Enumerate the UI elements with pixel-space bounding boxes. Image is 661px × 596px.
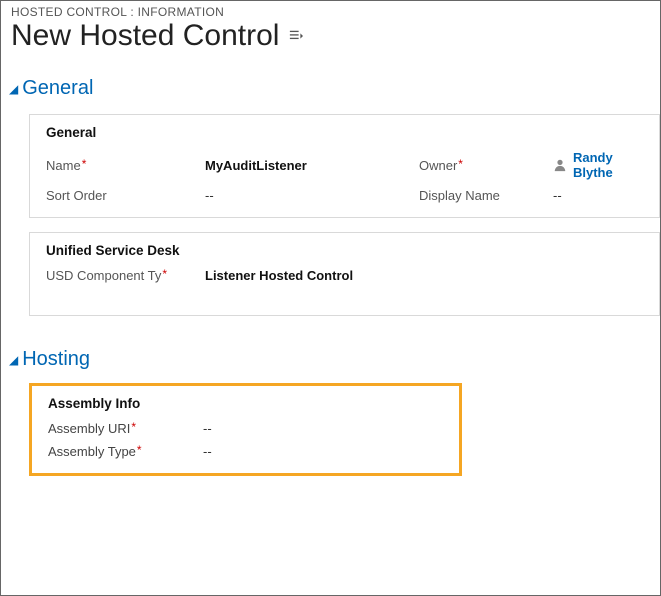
label-display-name: Display Name [419, 188, 549, 203]
required-star-icon: * [458, 157, 463, 171]
label-usd-type: USD Component Ty* [46, 268, 201, 283]
form-grid-usd: USD Component Ty* Listener Hosted Contro… [46, 268, 643, 283]
label-sort-order: Sort Order [46, 188, 201, 203]
caret-down-icon: ◢ [9, 353, 18, 367]
label-assembly-uri: Assembly URI* [48, 421, 203, 436]
owner-link[interactable]: Randy Blythe [573, 150, 643, 180]
value-display-name[interactable]: -- [553, 188, 643, 203]
section-header-general[interactable]: ◢ General [1, 59, 660, 106]
title-row: New Hosted Control [1, 19, 660, 59]
form-grid-general: Name* MyAuditListener Owner* Randy Blyth… [46, 150, 643, 203]
value-assembly-type[interactable]: -- [203, 444, 443, 459]
label-assembly-type: Assembly Type* [48, 444, 203, 459]
panel-general: General Name* MyAuditListener Owner* Ran… [29, 114, 660, 218]
breadcrumb: HOSTED CONTROL : INFORMATION [1, 1, 660, 19]
required-star-icon: * [82, 157, 87, 171]
label-name: Name* [46, 158, 201, 173]
value-sort-order[interactable]: -- [205, 188, 415, 203]
panel-title-usd: Unified Service Desk [46, 243, 643, 258]
section-label-general: General [22, 77, 93, 100]
form-grid-assembly: Assembly URI* -- Assembly Type* -- [48, 421, 443, 459]
value-assembly-uri[interactable]: -- [203, 421, 443, 436]
value-usd-type[interactable]: Listener Hosted Control [205, 268, 643, 283]
section-label-hosting: Hosting [22, 348, 90, 371]
panel-title-assembly: Assembly Info [48, 396, 443, 411]
section-header-hosting[interactable]: ◢ Hosting [1, 330, 660, 377]
required-star-icon: * [131, 420, 136, 434]
person-icon [553, 158, 567, 172]
value-name[interactable]: MyAuditListener [205, 158, 415, 173]
label-owner: Owner* [419, 158, 549, 173]
required-star-icon: * [162, 267, 167, 281]
required-star-icon: * [137, 443, 142, 457]
title-menu-icon[interactable] [289, 29, 303, 43]
panel-assembly-info: Assembly Info Assembly URI* -- Assembly … [29, 383, 462, 476]
page-title: New Hosted Control [11, 19, 279, 53]
panel-title-general: General [46, 125, 643, 140]
panel-usd: Unified Service Desk USD Component Ty* L… [29, 232, 660, 316]
caret-down-icon: ◢ [9, 82, 18, 96]
value-owner[interactable]: Randy Blythe [553, 150, 643, 180]
